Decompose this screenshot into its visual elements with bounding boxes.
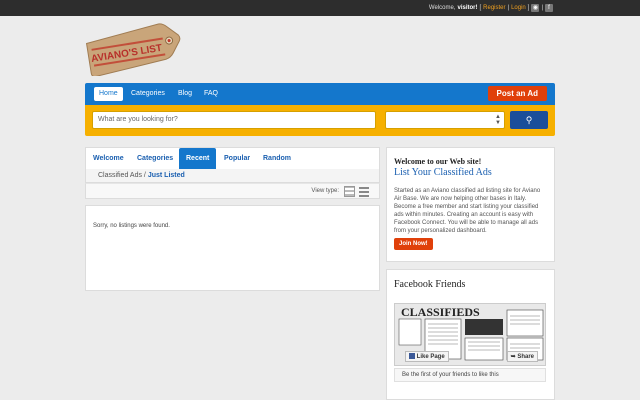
nav-categories[interactable]: Categories (126, 87, 170, 101)
breadcrumb-current: Just Listed (147, 172, 185, 179)
breadcrumb-root[interactable]: Classified Ads (98, 172, 142, 179)
welcome-widget: Welcome to our Web site! List Your Class… (386, 147, 555, 262)
like-page-label: Like Page (416, 354, 445, 360)
tab-popular[interactable]: Popular (217, 148, 257, 170)
nav-blog[interactable]: Blog (173, 87, 197, 101)
like-page-button[interactable]: Like Page (405, 351, 449, 362)
top-bar-user-links: Welcome, visitor! [ Register | Login ] ◉… (429, 4, 553, 12)
username: visitor! (457, 5, 478, 11)
breadcrumb-separator: / (143, 172, 146, 179)
icon-separator: | (541, 5, 543, 11)
register-link[interactable]: Register (483, 5, 505, 11)
grid-view-icon[interactable] (344, 186, 355, 197)
share-button[interactable]: ➥ Share (506, 351, 538, 362)
tab-random[interactable]: Random (256, 148, 298, 170)
facebook-page-plugin[interactable]: CLASSIFIEDS Like Page ➥ Share (394, 303, 546, 366)
category-select[interactable]: ▲ ▼ (385, 111, 505, 129)
facebook-like-icon (409, 353, 415, 359)
search-icon: ⚲ (525, 115, 533, 125)
logo-tag-icon: AVIANO'S LIST (85, 23, 181, 78)
view-type-label: View type: (311, 188, 339, 194)
bracket-open: [ (479, 5, 482, 11)
main-nav: Home Categories Blog FAQ Post an Ad (85, 83, 555, 105)
site-logo[interactable]: AVIANO'S LIST (84, 22, 186, 78)
nav-home[interactable]: Home (94, 87, 123, 101)
share-label: Share (517, 354, 534, 360)
tab-recent[interactable]: Recent (179, 148, 217, 170)
facebook-icon[interactable]: f (545, 4, 553, 12)
select-arrows-icon: ▲ ▼ (495, 114, 501, 126)
listings-panel: Sorry, no listings were found. (85, 205, 380, 291)
welcome-text: Welcome, (428, 5, 456, 11)
bracket-close: ] (527, 5, 530, 11)
view-type-bar: View type: (85, 183, 380, 199)
facebook-friends-text: Be the first of your friends to like thi… (394, 368, 546, 382)
breadcrumb: Classified Ads / Just Listed (85, 169, 380, 183)
nav-faq[interactable]: FAQ (199, 87, 223, 101)
search-input[interactable]: What are you looking for? (92, 111, 376, 129)
login-link[interactable]: Login (511, 5, 526, 11)
welcome-body: Started as an Aviano classified ad listi… (394, 188, 541, 234)
share-arrow-icon: ➥ (510, 354, 516, 360)
listing-tabs: Welcome Categories Recent Popular Random (85, 147, 380, 170)
list-view-icon[interactable] (359, 186, 369, 197)
top-bar: Welcome, visitor! [ Register | Login ] ◉… (0, 0, 640, 16)
post-ad-button[interactable]: Post an Ad (487, 86, 547, 101)
facebook-widget-title: Facebook Friends (394, 279, 466, 290)
link-separator: | (507, 5, 510, 11)
join-now-button[interactable]: Join Now! (394, 238, 433, 250)
rss-icon[interactable]: ◉ (531, 4, 540, 12)
welcome-subheading: List Your Classified Ads (394, 167, 492, 178)
facebook-widget: Facebook Friends CLASSIFIEDS Like Page ➥… (386, 269, 555, 400)
cover-banner-text: CLASSIFIEDS (401, 305, 480, 319)
search-button[interactable]: ⚲ (510, 111, 548, 129)
search-bar: What are you looking for? ▲ ▼ ⚲ (85, 105, 555, 136)
tab-categories[interactable]: Categories (130, 148, 180, 170)
empty-listings-message: Sorry, no listings were found. (93, 223, 170, 229)
tab-welcome[interactable]: Welcome (86, 148, 131, 170)
welcome-heading: Welcome to our Web site! (394, 157, 482, 166)
